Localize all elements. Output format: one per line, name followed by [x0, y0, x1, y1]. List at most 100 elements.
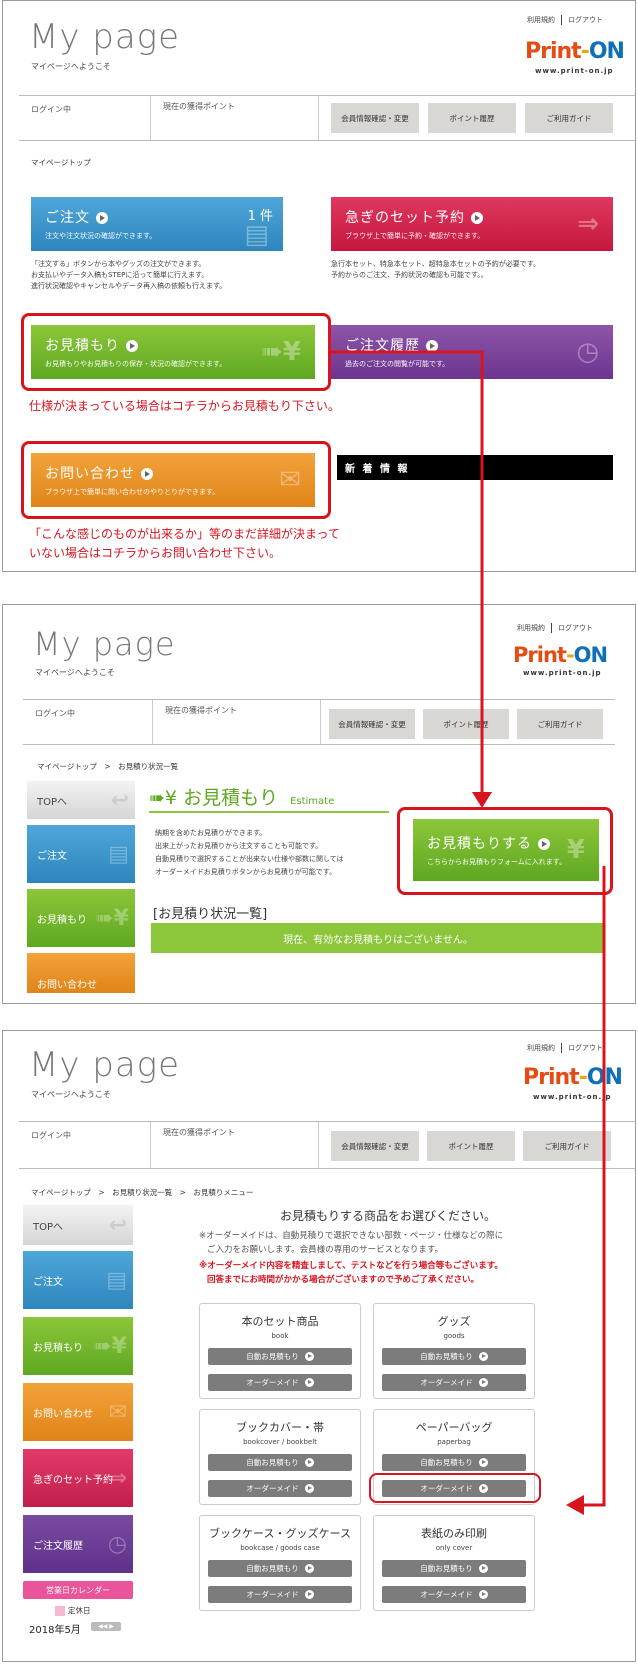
- side-top-button[interactable]: TOPへ ↩: [23, 1205, 133, 1245]
- express-set-subtitle: ブラウザ上で簡単に予約・確認ができます。: [345, 232, 485, 240]
- member-info-button[interactable]: 会員情報確認・変更: [331, 103, 419, 133]
- play-icon: [141, 468, 153, 480]
- play-icon: [96, 212, 108, 224]
- custom-order-button[interactable]: オーダーメイド: [208, 1480, 352, 1497]
- mypage-top-panel: My page マイページへようこそ 利用規約 ログアウト Print-ON ww…: [2, 0, 636, 572]
- order-tile[interactable]: ご注文 注文や注文状況の確認ができます。 1 件 ▤: [31, 197, 283, 251]
- product-cover-only: 表紙のみ印刷 only cover 自動お見積もり オーダーメイド: [373, 1515, 535, 1611]
- terms-link[interactable]: 利用規約: [517, 624, 545, 632]
- return-icon: ↩: [108, 1212, 127, 1238]
- order-history-tile[interactable]: ご注文履歴 過去のご注文の閲覧が可能です。 ◷: [331, 325, 613, 379]
- breadcrumb: マイページトップ: [31, 158, 91, 167]
- breadcrumb: マイページトップ > お見積り状況一覧 > お見積りメニュー: [31, 1188, 254, 1197]
- side-order-button[interactable]: ご注文 ▤: [23, 1251, 133, 1309]
- document-icon: ▤: [106, 1267, 127, 1293]
- express-set-note: 急行本セット、特急本セット、超特急本セットの予約が必要です。 予約からのご注文、予…: [331, 260, 541, 279]
- inquiry-guide-note: 「こんな感じのものが出来るか」等のまだ詳細が決まって いない場合はコチラからお問い…: [29, 527, 340, 560]
- express-set-title: 急ぎのセット予約: [345, 210, 465, 226]
- play-icon: [304, 1352, 314, 1361]
- play-icon: [478, 1564, 488, 1573]
- printon-logo[interactable]: Print-ON: [513, 643, 608, 667]
- yen-icon: ➠¥: [95, 905, 129, 931]
- auto-estimate-button[interactable]: 自動お見積もり: [208, 1454, 352, 1471]
- guide-button[interactable]: ご利用ガイド: [523, 1131, 611, 1161]
- member-info-button[interactable]: 会員情報確認・変更: [329, 709, 415, 739]
- point-history-button[interactable]: ポイント履歴: [428, 103, 516, 133]
- estimate-guide-note: 仕様が決まっている場合はコチラからお見積もり下さい。: [29, 399, 340, 413]
- product-bookcover: ブックカバー・帯 bookcover / bookbelt 自動お見積もり オーダ…: [199, 1409, 361, 1505]
- logo-url: www.print-on.jp: [533, 1093, 612, 1101]
- auto-estimate-button[interactable]: 自動お見積もり: [382, 1348, 526, 1365]
- inquiry-tile-subtitle: ブラウザ上で簡単に問い合わせのやりとりができます。: [45, 488, 220, 496]
- express-set-tile[interactable]: 急ぎのセット予約 ブラウザ上で簡単に予約・確認ができます。 ⇒: [331, 197, 613, 251]
- terms-link[interactable]: 利用規約: [527, 16, 555, 24]
- order-history-title: ご注文履歴: [345, 338, 420, 354]
- side-order-button[interactable]: ご注文 ▤: [27, 825, 135, 883]
- estimate-heading: ➠¥ お見積もり Estimate: [149, 787, 335, 809]
- estimate-list-heading: [お見積り状況一覧]: [153, 907, 268, 922]
- product-goods: グッズ goods 自動お見積もり オーダーメイド: [373, 1303, 535, 1399]
- yen-arrow-icon: ➠¥: [149, 787, 184, 809]
- start-estimate-button[interactable]: お見積もりする こちらからお見積もりフォームに入れます。 ¥: [413, 819, 599, 881]
- play-icon: [471, 212, 483, 224]
- printon-logo[interactable]: Print-ON: [523, 1065, 623, 1090]
- select-product-heading: お見積もりする商品をお選びください。: [279, 1209, 496, 1223]
- inquiry-tile[interactable]: お問い合わせ ブラウザ上で簡単に問い合わせのやりとりができます。 ✉: [31, 453, 315, 507]
- page-subtitle: マイページへようこそ: [35, 668, 115, 677]
- points-label: 現在の獲得ポイント: [153, 700, 321, 744]
- side-estimate-button[interactable]: お見積もり ➠¥: [27, 889, 135, 947]
- terms-link[interactable]: 利用規約: [527, 1044, 555, 1052]
- side-order-history-button[interactable]: ご注文履歴 ◷: [23, 1515, 133, 1573]
- logout-link[interactable]: ログアウト: [568, 16, 603, 24]
- point-history-button[interactable]: ポイント履歴: [427, 1131, 515, 1161]
- point-history-button[interactable]: ポイント履歴: [423, 709, 509, 739]
- custom-order-button[interactable]: オーダーメイド: [208, 1374, 352, 1391]
- points-label: 現在の獲得ポイント: [151, 96, 319, 140]
- yen-icon: ¥: [566, 835, 585, 865]
- fast-arrow-icon: ⇒: [577, 209, 599, 239]
- yen-icon: ➠¥: [93, 1333, 127, 1359]
- guide-button[interactable]: ご利用ガイド: [525, 103, 613, 133]
- logout-link[interactable]: ログアウト: [558, 624, 593, 632]
- news-header: 新 着 情 報: [337, 455, 613, 480]
- calendar-nav[interactable]: ◀◀ ▶: [91, 1622, 121, 1631]
- logo-url: www.print-on.jp: [535, 67, 614, 75]
- side-estimate-button[interactable]: お見積もり ➠¥: [23, 1317, 133, 1375]
- auto-estimate-button[interactable]: 自動お見積もり: [382, 1454, 526, 1471]
- product-book-set: 本のセット商品 book 自動お見積もり オーダーメイド: [199, 1303, 361, 1399]
- side-inquiry-button[interactable]: お問い合わせ: [27, 953, 135, 993]
- side-top-button[interactable]: TOPへ ↩: [27, 781, 135, 819]
- auto-estimate-button[interactable]: 自動お見積もり: [208, 1560, 352, 1577]
- page-title: My page: [33, 625, 176, 663]
- custom-order-button[interactable]: オーダーメイド: [382, 1374, 526, 1391]
- holiday-swatch: [55, 1606, 65, 1616]
- custom-order-highlight: [369, 1473, 541, 1503]
- estimate-tile-subtitle: お見積もりやお見積もりの保存・状況の確認ができます。: [45, 360, 227, 368]
- side-inquiry-button[interactable]: お問い合わせ ✉: [23, 1383, 133, 1441]
- logout-link[interactable]: ログアウト: [568, 1044, 603, 1052]
- estimate-menu-panel: My page マイページへようこそ 利用規約 ログアウト Print-ON ww…: [2, 1030, 636, 1662]
- custom-order-button[interactable]: オーダーメイド: [382, 1586, 526, 1603]
- calendar-month: 2018年5月: [29, 1625, 81, 1636]
- auto-estimate-button[interactable]: 自動お見積もり: [208, 1348, 352, 1365]
- holiday-legend: 定休日: [55, 1605, 91, 1616]
- printon-logo[interactable]: Print-ON: [525, 39, 625, 64]
- breadcrumb: マイページトップ > お見積り状況一覧: [37, 762, 179, 771]
- play-icon: [304, 1564, 314, 1573]
- custom-order-button[interactable]: オーダーメイド: [208, 1586, 352, 1603]
- estimate-tile[interactable]: お見積もり お見積もりやお見積もりの保存・状況の確認ができます。 ➠¥: [31, 325, 315, 379]
- play-icon: [304, 1378, 314, 1387]
- order-note: 「注文する」ボタンから本やグッズの注文ができます。 お支払いやデータ入稿もSTEP…: [31, 260, 227, 290]
- member-info-button[interactable]: 会員情報確認・変更: [331, 1131, 419, 1161]
- order-history-subtitle: 過去のご注文の閲覧が可能です。: [345, 360, 450, 368]
- estimate-description: 納期を含めたお見積りができます。 出来上がったお見積りから注文することも可能です。…: [155, 829, 344, 876]
- play-icon: [478, 1590, 488, 1599]
- guide-button[interactable]: ご利用ガイド: [517, 709, 603, 739]
- return-icon: ↩: [110, 787, 129, 813]
- product-bookcase: ブックケース・グッズケース bookcase / goods case 自動お見積…: [199, 1515, 361, 1611]
- side-express-set-button[interactable]: 急ぎのセット予約 ⇒: [23, 1449, 133, 1507]
- business-calendar-button[interactable]: 営業日カレンダー: [23, 1581, 133, 1599]
- auto-estimate-button[interactable]: 自動お見積もり: [382, 1560, 526, 1577]
- play-icon: [478, 1378, 488, 1387]
- top-links: 利用規約 ログアウト: [527, 15, 603, 25]
